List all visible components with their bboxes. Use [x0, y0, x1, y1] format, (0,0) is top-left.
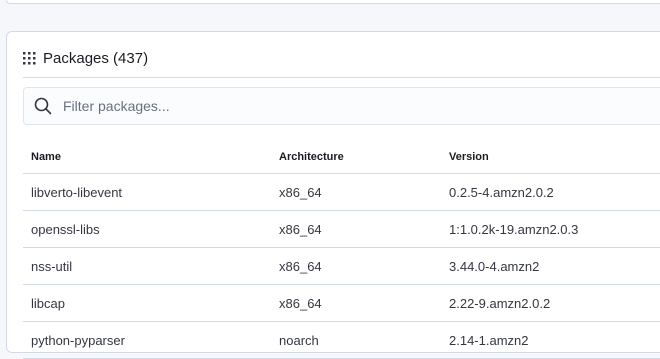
panel-header: Packages (437) — [23, 50, 148, 67]
package-name: nss-util — [31, 258, 73, 274]
table-row: libverto-libevent x86_64 0.2.5-4.amzn2.0… — [23, 174, 660, 211]
package-name: python-pyparser — [31, 332, 125, 348]
header-divider — [23, 77, 660, 78]
package-name: libcap — [31, 295, 65, 311]
package-architecture: noarch — [279, 332, 319, 348]
table-row: nss-util x86_64 3.44.0-4.amzn2 — [23, 248, 660, 285]
package-version: 2.22-9.amzn2.0.2 — [449, 295, 551, 311]
grid-icon — [23, 52, 36, 65]
search-input[interactable] — [63, 98, 623, 114]
column-header-name[interactable]: Name — [23, 151, 279, 163]
top-panel — [6, 0, 660, 4]
search-field[interactable] — [23, 87, 660, 125]
package-architecture: x86_64 — [279, 258, 322, 274]
column-header-architecture[interactable]: Architecture — [279, 151, 449, 163]
column-header-version[interactable]: Version — [449, 151, 660, 163]
package-version: 0.2.5-4.amzn2.0.2 — [449, 184, 554, 200]
table-row: openssl-libs x86_64 1:1.0.2k-19.amzn2.0.… — [23, 211, 660, 248]
package-architecture: x86_64 — [279, 221, 322, 237]
table-row: libcap x86_64 2.22-9.amzn2.0.2 — [23, 285, 660, 322]
package-architecture: x86_64 — [279, 295, 322, 311]
panel-title: Packages (437) — [43, 50, 149, 67]
package-architecture: x86_64 — [279, 184, 322, 200]
table-row: python-pyparser noarch 2.14-1.amzn2 — [23, 322, 660, 359]
package-name: libverto-libevent — [31, 184, 123, 200]
package-version: 3.44.0-4.amzn2 — [449, 258, 540, 274]
package-version: 1:1.0.2k-19.amzn2.0.3 — [449, 221, 579, 237]
packages-panel: Packages (437) Name Architecture Version… — [6, 31, 660, 359]
table-header-row: Name Architecture Version — [23, 138, 660, 174]
search-icon — [34, 97, 52, 115]
package-name: openssl-libs — [31, 221, 100, 237]
packages-table: Name Architecture Version libverto-libev… — [23, 138, 660, 359]
package-version: 2.14-1.amzn2 — [449, 332, 529, 348]
